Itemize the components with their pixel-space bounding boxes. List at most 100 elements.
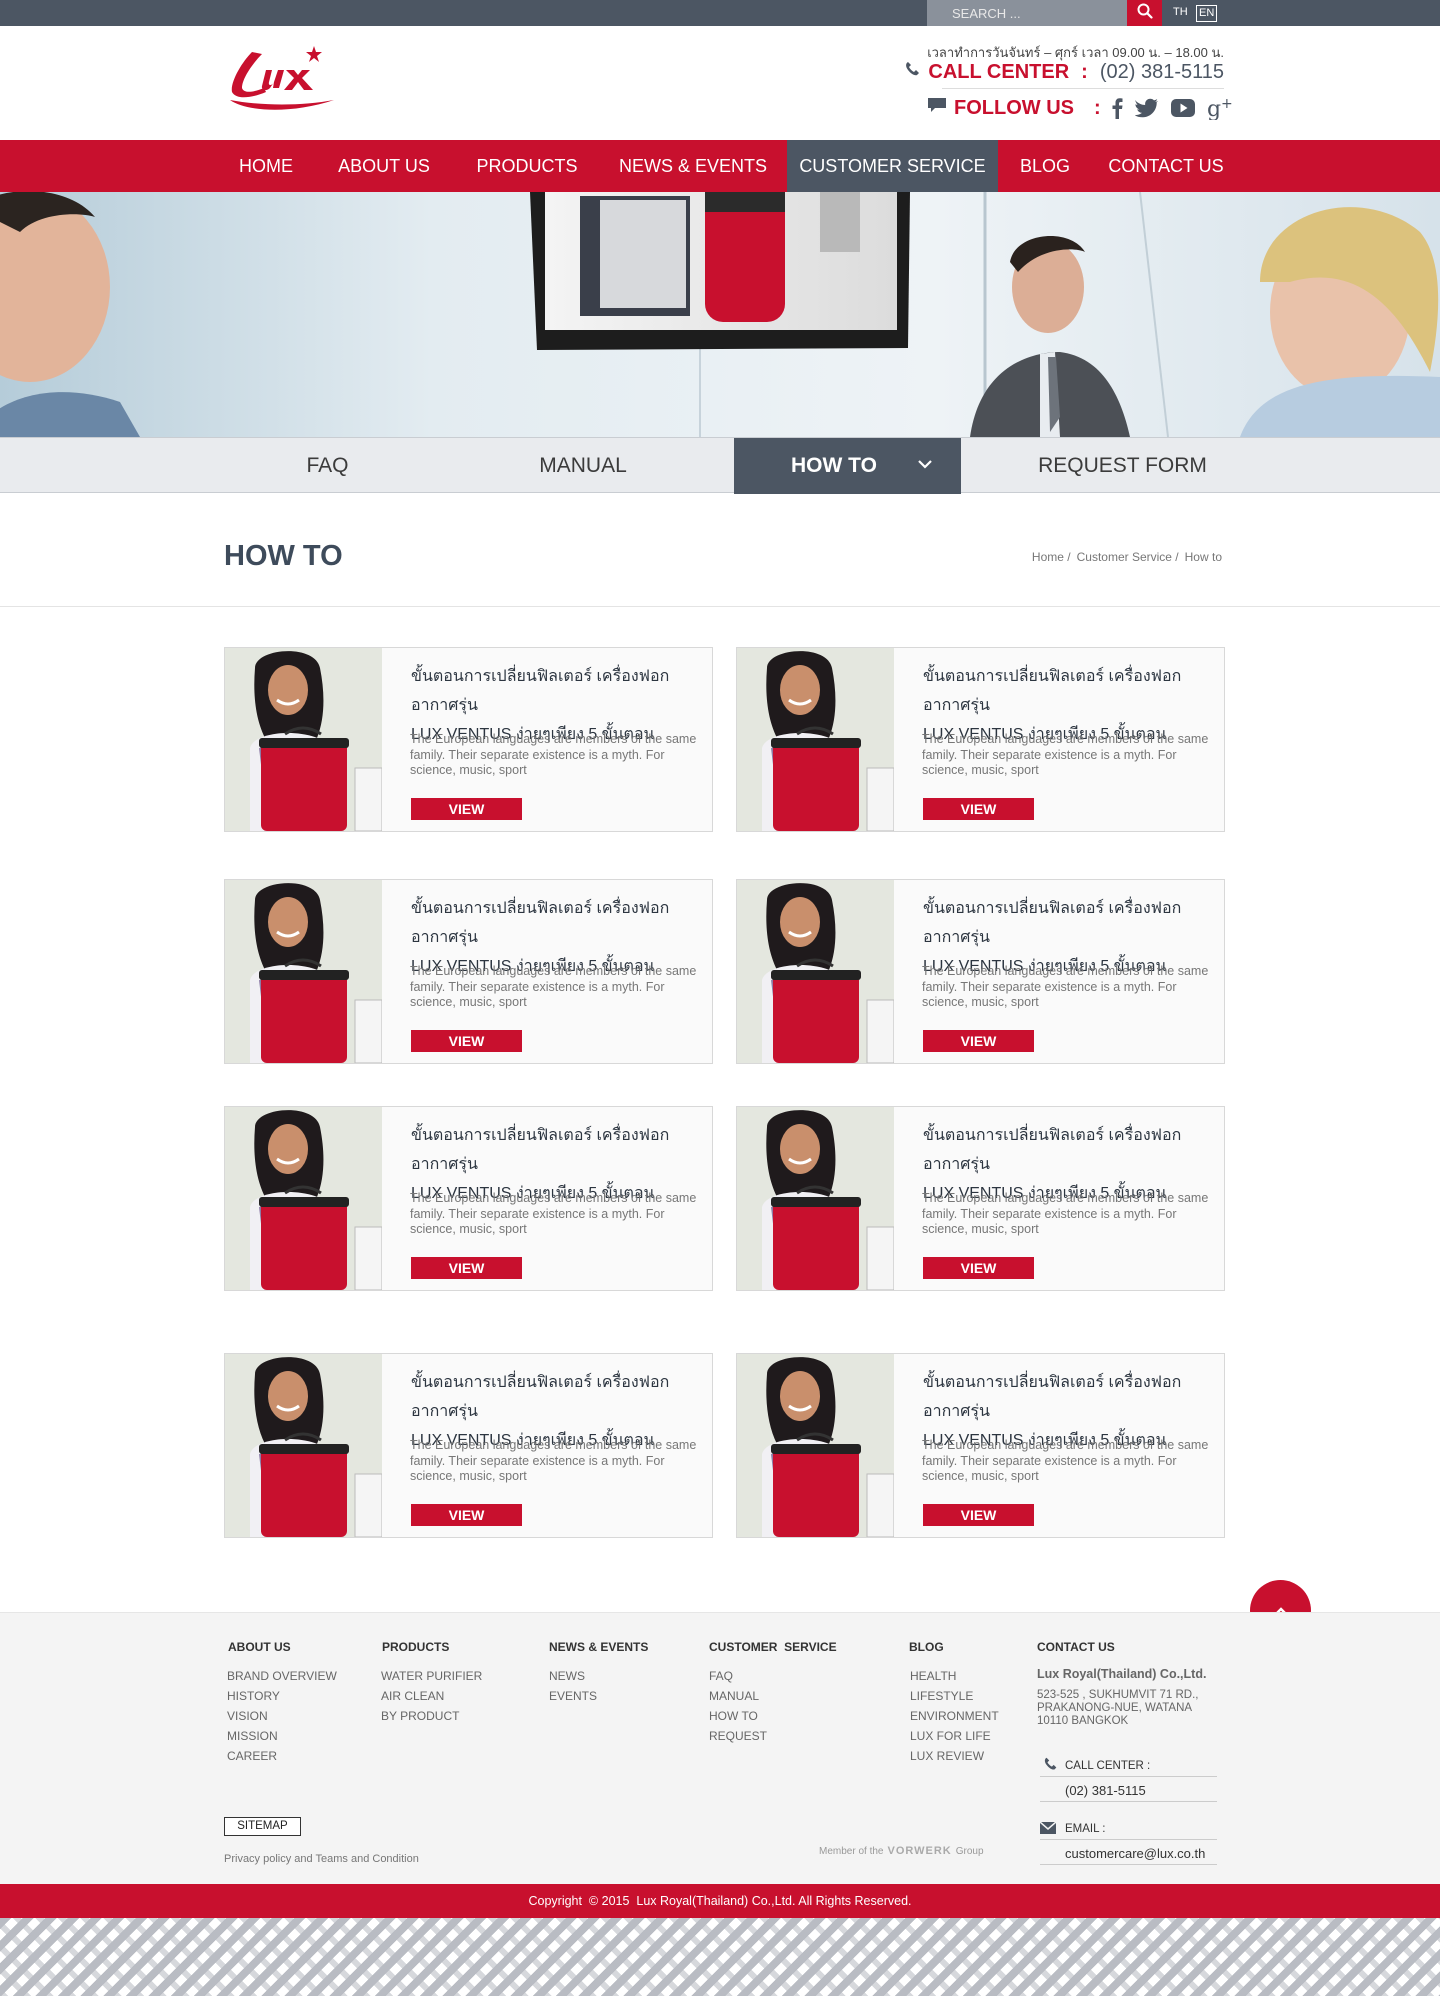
vorwerk-logo: VORWERK (887, 1845, 952, 1857)
privacy-link[interactable]: Privacy policy and Teams and Condition (224, 1853, 419, 1865)
footer-link[interactable]: CAREER (227, 1749, 277, 1763)
hero-illustration (0, 192, 1440, 437)
footer-link[interactable]: ENVIRONMENT (910, 1709, 999, 1723)
nav-customer-service[interactable]: CUSTOMER SERVICE (787, 140, 998, 192)
footer-link[interactable]: HEALTH (910, 1669, 956, 1683)
page-title: HOW TO (224, 540, 343, 572)
google-plus-icon[interactable]: g + (1207, 96, 1233, 120)
card-description: The European languages are members of th… (410, 964, 697, 1009)
lang-th-button[interactable]: TH (1171, 5, 1190, 22)
how-to-card: ขั้นตอนการเปลี่ยนฟิลเตอร์ เครื่องฟอกอากา… (736, 647, 1225, 832)
footer-link[interactable]: VISION (227, 1709, 268, 1723)
footer-link[interactable]: HOW TO (709, 1709, 758, 1723)
view-button[interactable]: VIEW (411, 1504, 522, 1526)
card-image[interactable] (225, 880, 382, 1063)
footer-call-value[interactable]: (02) 381-5115 (1065, 1783, 1146, 1798)
footer-link[interactable]: LUX FOR LIFE (910, 1729, 991, 1743)
call-center-number[interactable]: (02) 381-5115 (1100, 61, 1224, 84)
decorative-pattern (0, 1918, 1440, 1996)
vorwerk-member: Member of the VORWERK Group (819, 1845, 984, 1857)
sitemap-button[interactable]: SITEMAP (224, 1817, 301, 1836)
footer-link[interactable]: BRAND OVERVIEW (227, 1669, 337, 1683)
footer-link[interactable]: EVENTS (549, 1689, 597, 1703)
tab-manual[interactable]: MANUAL (467, 438, 699, 494)
card-image[interactable] (225, 648, 382, 831)
card-description: The European languages are members of th… (410, 1191, 697, 1236)
site-header: เวลาทำการวันจันทร์ – ศุกร์ เวลา 09.00 น.… (0, 26, 1440, 140)
svg-text:g: g (1207, 97, 1221, 120)
footer-email-label: EMAIL : (1065, 1823, 1106, 1835)
view-button[interactable]: VIEW (411, 1030, 522, 1052)
nav-contact-us[interactable]: CONTACT US (1101, 140, 1231, 192)
footer-link[interactable]: REQUEST (709, 1729, 767, 1743)
top-bar: TH EN (0, 0, 1440, 26)
lang-en-button[interactable]: EN (1196, 5, 1218, 22)
how-to-card: ขั้นตอนการเปลี่ยนฟิลเตอร์ เครื่องฟอกอากา… (736, 1353, 1225, 1538)
copyright-bar: Copyright © 2015 Lux Royal(Thailand) Co.… (0, 1884, 1440, 1918)
nav-about-us[interactable]: ABOUT US (325, 140, 443, 192)
youtube-icon[interactable] (1170, 99, 1195, 117)
footer-link[interactable]: BY PRODUCT (381, 1709, 459, 1723)
footer-link[interactable]: LIFESTYLE (910, 1689, 973, 1703)
footer-blog-head: BLOG (909, 1640, 944, 1654)
card-image[interactable] (737, 1107, 894, 1290)
breadcrumb-customer-service[interactable]: Customer Service / (1077, 550, 1179, 564)
view-button[interactable]: VIEW (923, 1504, 1034, 1526)
card-image[interactable] (225, 1107, 382, 1290)
card-description: The European languages are members of th… (922, 964, 1209, 1009)
how-to-card: ขั้นตอนการเปลี่ยนฟิลเตอร์ เครื่องฟอกอากา… (224, 1353, 713, 1538)
footer-products-head: PRODUCTS (382, 1640, 450, 1654)
footer-news-head: NEWS & EVENTS (549, 1640, 649, 1654)
card-image[interactable] (737, 648, 894, 831)
footer-link[interactable]: NEWS (549, 1669, 585, 1683)
nav-blog[interactable]: BLOG (1010, 140, 1080, 192)
footer-divider (1040, 1776, 1217, 1777)
tab-how-to[interactable]: HOW TO (734, 438, 961, 494)
tab-how-to-label: HOW TO (791, 454, 877, 477)
twitter-icon[interactable] (1134, 98, 1159, 118)
breadcrumb-current: How to (1184, 550, 1222, 564)
card-title-line: ขั้นตอนการเปลี่ยนฟิลเตอร์ เครื่องฟอกอากา… (923, 668, 1182, 714)
card-title-line: ขั้นตอนการเปลี่ยนฟิลเตอร์ เครื่องฟอกอากา… (411, 1374, 670, 1420)
lux-logo[interactable] (222, 40, 342, 118)
search-button[interactable] (1127, 0, 1162, 26)
footer-link[interactable]: LUX REVIEW (910, 1749, 984, 1763)
footer-link[interactable]: MISSION (227, 1729, 278, 1743)
view-button[interactable]: VIEW (923, 1257, 1034, 1279)
search-input[interactable] (927, 0, 1127, 26)
view-button[interactable]: VIEW (923, 798, 1034, 820)
footer-email-value[interactable]: customercare@lux.co.th (1065, 1846, 1205, 1861)
footer-about-head: ABOUT US (228, 1640, 291, 1654)
social-links: g + (1111, 96, 1233, 120)
address-line: 523-525 , SUKHUMVIT 71 RD., (1037, 1689, 1199, 1701)
view-button[interactable]: VIEW (411, 798, 522, 820)
facebook-icon[interactable] (1111, 97, 1123, 119)
footer-address: 523-525 , SUKHUMVIT 71 RD., PRAKANONG-NU… (1037, 1689, 1227, 1728)
how-to-card: ขั้นตอนการเปลี่ยนฟิลเตอร์ เครื่องฟอกอากา… (224, 1106, 713, 1291)
how-to-card: ขั้นตอนการเปลี่ยนฟิลเตอร์ เครื่องฟอกอากา… (224, 879, 713, 1064)
tab-faq[interactable]: FAQ (220, 438, 435, 494)
card-image[interactable] (225, 1354, 382, 1537)
footer-link[interactable]: FAQ (709, 1669, 733, 1683)
card-image[interactable] (737, 1354, 894, 1537)
card-description: The European languages are members of th… (922, 1438, 1209, 1483)
breadcrumb-home[interactable]: Home / (1032, 550, 1071, 564)
view-button[interactable]: VIEW (923, 1030, 1034, 1052)
footer-link[interactable]: AIR CLEAN (381, 1689, 444, 1703)
tab-request-form[interactable]: REQUEST FORM (1000, 438, 1245, 494)
address-line: 10110 BANGKOK (1037, 1715, 1129, 1727)
footer-link[interactable]: HISTORY (227, 1689, 280, 1703)
view-button[interactable]: VIEW (411, 1257, 522, 1279)
nav-products[interactable]: PRODUCTS (464, 140, 590, 192)
footer-call-label: CALL CENTER : (1065, 1760, 1151, 1772)
nav-news-events[interactable]: NEWS & EVENTS (608, 140, 778, 192)
footer-link[interactable]: MANUAL (709, 1689, 759, 1703)
call-center-row: CALL CENTER : (02) 381-5115 (904, 60, 1224, 84)
search-icon (1137, 3, 1153, 24)
chat-bubble-icon (926, 96, 948, 120)
nav-home[interactable]: HOME (224, 140, 308, 192)
footer-company-name: Lux Royal(Thailand) Co.,Ltd. (1037, 1667, 1207, 1681)
footer-contact-head: CONTACT US (1037, 1640, 1115, 1654)
footer-link[interactable]: WATER PURIFIER (381, 1669, 482, 1683)
card-image[interactable] (737, 880, 894, 1063)
